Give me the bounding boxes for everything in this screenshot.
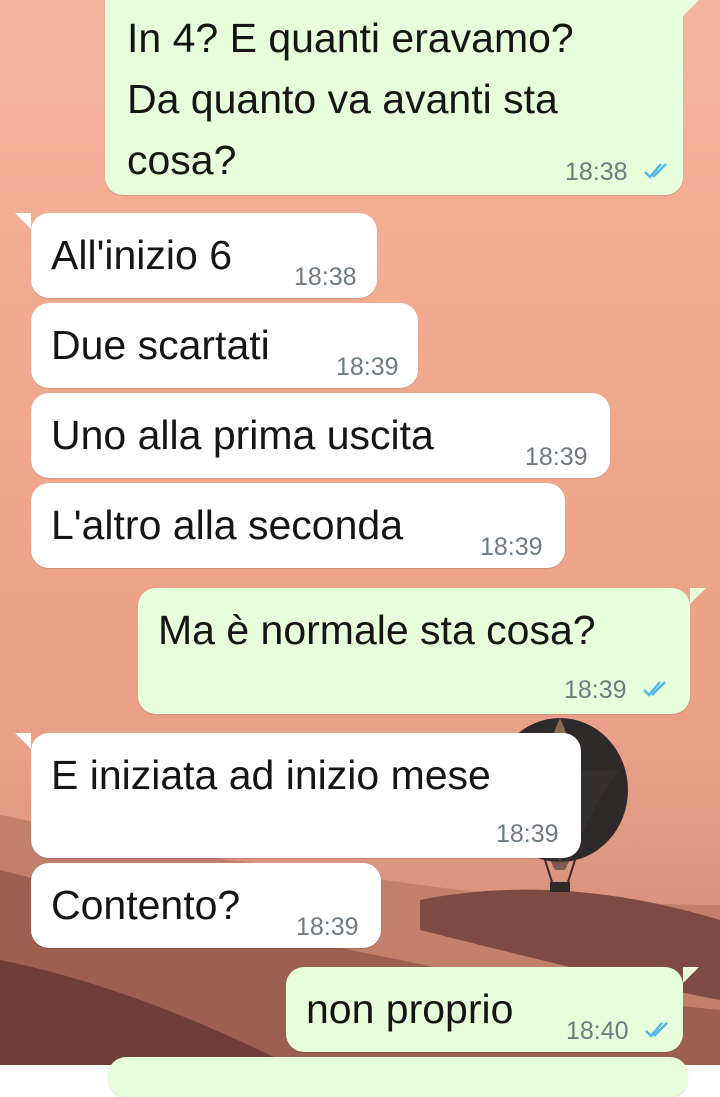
message-bubble-incoming[interactable]: L'altro alla seconda 18:39 bbox=[31, 483, 565, 568]
message-time: 18:39 bbox=[496, 820, 559, 848]
message-bubble-incoming[interactable]: E iniziata ad inizio mese 18:39 bbox=[31, 733, 581, 858]
message-text: L'altro alla seconda bbox=[51, 502, 404, 548]
read-ticks-icon bbox=[645, 1022, 668, 1038]
message-bubble-outgoing-partial[interactable] bbox=[108, 1057, 688, 1097]
message-text: Uno alla prima uscita bbox=[51, 412, 434, 458]
read-ticks-icon bbox=[643, 681, 666, 697]
bubble-tail bbox=[15, 733, 31, 749]
message-time: 18:38 bbox=[565, 158, 628, 186]
read-ticks-icon bbox=[644, 163, 667, 179]
message-bubble-outgoing[interactable]: In 4? E quanti eravamo? Da quanto va ava… bbox=[105, 0, 683, 195]
message-bubble-outgoing[interactable]: Ma è normale sta cosa? 18:39 bbox=[138, 588, 690, 714]
message-text: Due scartati bbox=[51, 322, 270, 368]
message-time: 18:40 bbox=[566, 1017, 629, 1045]
message-bubble-incoming[interactable]: All'inizio 6 18:38 bbox=[31, 213, 377, 298]
message-bubble-incoming[interactable]: Due scartati 18:39 bbox=[31, 303, 418, 388]
bubble-tail bbox=[683, 967, 699, 983]
message-text: All'inizio 6 bbox=[51, 232, 233, 278]
message-time: 18:39 bbox=[480, 533, 543, 561]
bubble-tail bbox=[690, 588, 706, 604]
bubble-tail bbox=[683, 0, 699, 16]
message-bubble-incoming[interactable]: Contento? 18:39 bbox=[31, 863, 381, 948]
message-bubble-incoming[interactable]: Uno alla prima uscita 18:39 bbox=[31, 393, 610, 478]
bubble-tail bbox=[15, 213, 31, 229]
message-text: non proprio bbox=[306, 986, 514, 1032]
message-time: 18:39 bbox=[564, 676, 627, 704]
message-text: Contento? bbox=[51, 882, 241, 928]
message-time: 18:39 bbox=[296, 913, 359, 941]
message-time: 18:39 bbox=[336, 353, 399, 381]
message-time: 18:39 bbox=[525, 443, 588, 471]
message-text: E iniziata ad inizio mese bbox=[51, 752, 491, 798]
message-text: Ma è normale sta cosa? bbox=[158, 607, 596, 653]
message-bubble-outgoing[interactable]: non proprio 18:40 bbox=[286, 967, 683, 1052]
message-time: 18:38 bbox=[294, 263, 357, 291]
